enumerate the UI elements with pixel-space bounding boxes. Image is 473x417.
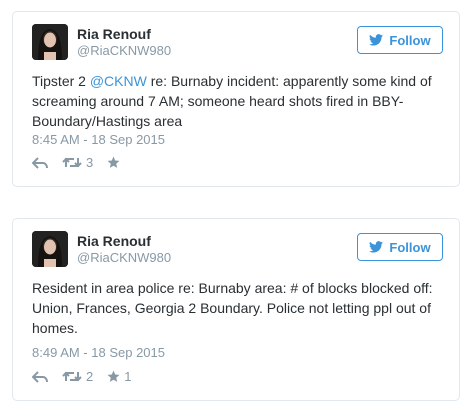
reply-icon: [32, 156, 48, 169]
retweet-button[interactable]: 3: [62, 155, 93, 170]
tweet-actions: 2 1: [32, 369, 131, 384]
reply-button[interactable]: [32, 370, 48, 383]
tweet-card: Ria Renouf @RiaCKNW980 Follow Resident i…: [12, 218, 460, 401]
like-star-icon: [107, 370, 120, 382]
timestamp[interactable]: 8:49 AM - 18 Sep 2015: [32, 345, 165, 360]
like-button[interactable]: [107, 156, 124, 169]
follow-label: Follow: [389, 32, 431, 48]
retweet-icon: [62, 371, 82, 382]
avatar[interactable]: [32, 24, 68, 60]
follow-button[interactable]: Follow: [357, 26, 443, 54]
reply-icon: [32, 370, 48, 383]
twitter-bird-icon: [369, 241, 384, 253]
tweet-card: Ria Renouf @RiaCKNW980 Follow Tipster 2 …: [12, 11, 460, 187]
mention-link[interactable]: @CKNW: [90, 73, 147, 89]
user-handle[interactable]: @RiaCKNW980: [77, 43, 171, 58]
tweet-text: Tipster 2 @CKNW re: Burnaby incident: ap…: [32, 71, 445, 131]
like-count: 1: [124, 369, 132, 384]
like-star-icon: [107, 156, 120, 168]
tweet-actions: 3: [32, 155, 124, 170]
tweet-text-part: Tipster 2: [32, 73, 90, 89]
user-name[interactable]: Ria Renouf: [77, 26, 151, 42]
tweet-text: Resident in area police re: Burnaby area…: [32, 280, 433, 336]
follow-button[interactable]: Follow: [357, 233, 443, 261]
retweet-count: 3: [86, 155, 94, 170]
follow-label: Follow: [389, 239, 431, 255]
retweet-button[interactable]: 2: [62, 369, 93, 384]
user-handle[interactable]: @RiaCKNW980: [77, 250, 171, 265]
retweet-icon: [62, 157, 82, 168]
like-button[interactable]: 1: [107, 369, 131, 384]
timestamp[interactable]: 8:45 AM - 18 Sep 2015: [32, 132, 165, 147]
avatar[interactable]: [32, 231, 68, 267]
reply-button[interactable]: [32, 156, 48, 169]
retweet-count: 2: [86, 369, 94, 384]
user-name[interactable]: Ria Renouf: [77, 233, 151, 249]
twitter-bird-icon: [369, 34, 384, 46]
